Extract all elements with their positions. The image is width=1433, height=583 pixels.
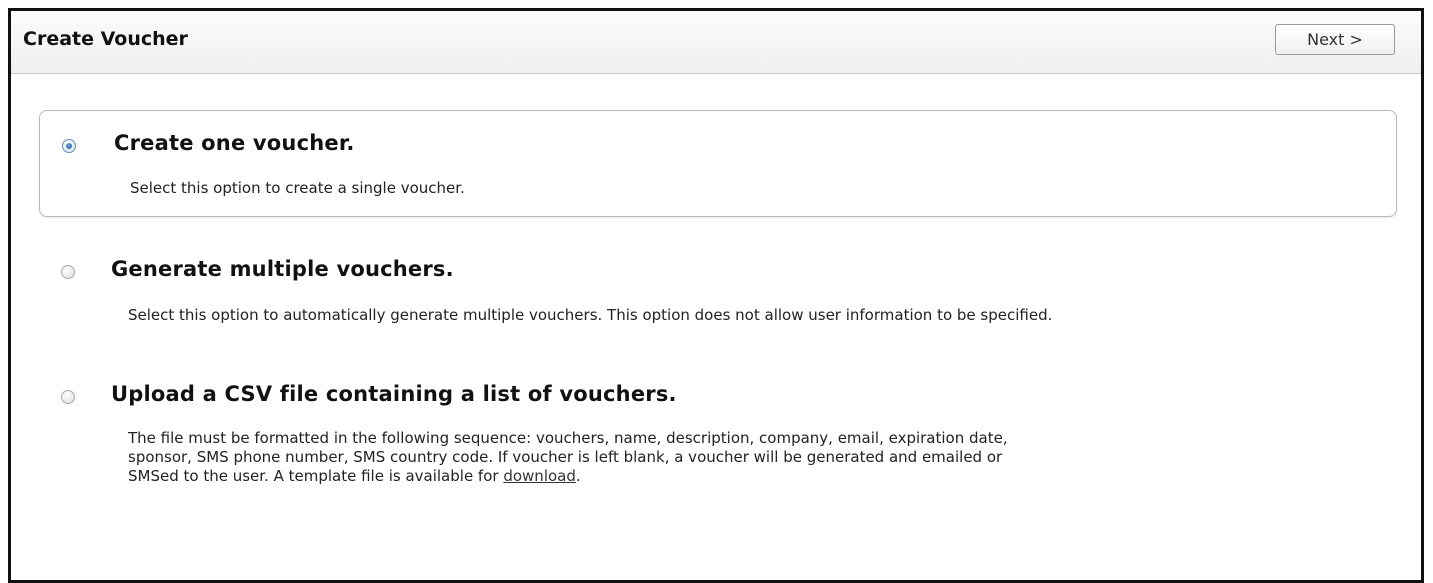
radio-create-one[interactable] (62, 139, 76, 153)
option-title: Create one voucher. (114, 131, 355, 155)
page-title: Create Voucher (23, 28, 188, 50)
description-line: sponsor, SMS phone number, SMS country c… (128, 448, 1003, 466)
option-description: Select this option to automatically gene… (128, 306, 1053, 324)
option-generate-multiple[interactable]: Generate multiple vouchers. Select this … (39, 243, 1409, 333)
download-link[interactable]: download (503, 467, 576, 485)
description-text: . (575, 467, 581, 485)
option-description: The file must be formatted in the follow… (128, 429, 1388, 486)
option-title: Generate multiple vouchers. (111, 257, 454, 281)
option-upload-csv[interactable]: Upload a CSV file containing a list of v… (39, 368, 1409, 508)
panel-header: Create Voucher Next > (11, 11, 1421, 74)
radio-generate-multiple[interactable] (61, 265, 75, 279)
next-button[interactable]: Next > (1275, 24, 1395, 55)
option-description: Select this option to create a single vo… (130, 179, 465, 197)
radio-upload-csv[interactable] (61, 390, 75, 404)
description-line: The file must be formatted in the follow… (128, 429, 1008, 447)
option-create-one[interactable]: Create one voucher. Select this option t… (39, 110, 1397, 217)
description-line: SMSed to the user. A template file is av… (128, 467, 1388, 486)
description-text: SMSed to the user. A template file is av… (128, 467, 504, 485)
option-title: Upload a CSV file containing a list of v… (111, 382, 677, 406)
create-voucher-panel: Create Voucher Next > Create one voucher… (8, 8, 1424, 583)
